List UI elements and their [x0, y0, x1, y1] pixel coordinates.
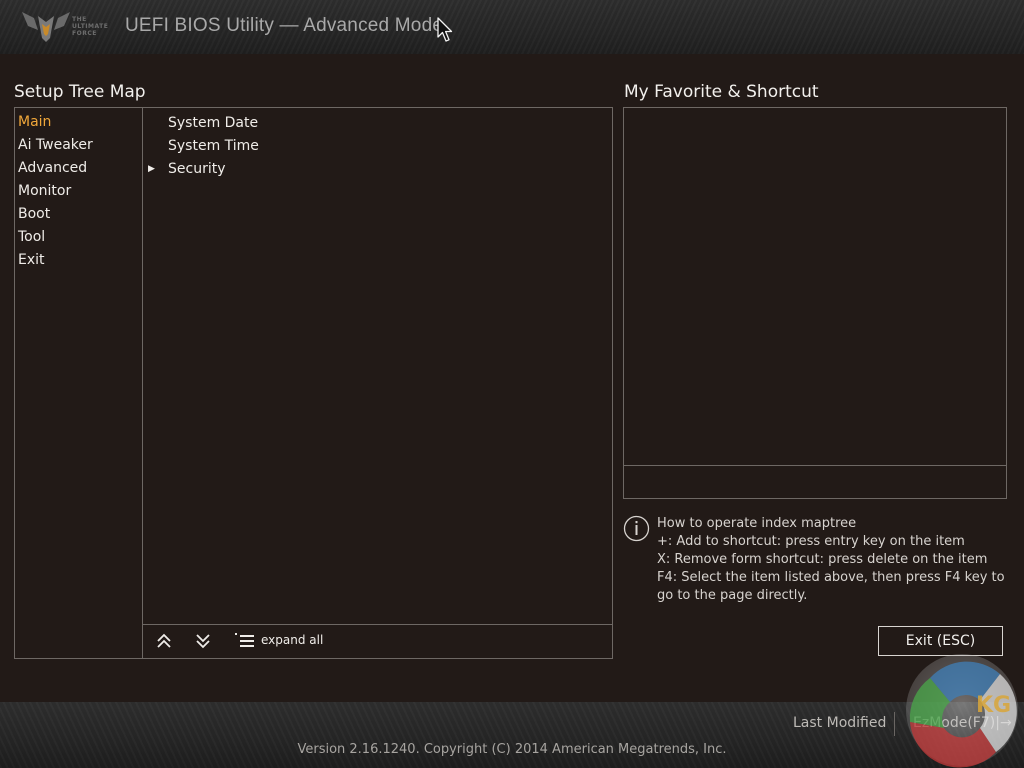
logo-text-line: THE [72, 16, 87, 23]
bottom-divider [894, 712, 895, 736]
favorites-title: My Favorite & Shortcut [624, 82, 819, 102]
menu-item-tool[interactable]: Tool [17, 227, 51, 247]
tree-item-system-date[interactable]: System Date [168, 113, 258, 133]
menu-item-exit[interactable]: Exit [17, 250, 51, 270]
menu-item-main[interactable]: Main [17, 112, 57, 132]
app-title: UEFI BIOS Utility — Advanced Mode [125, 15, 444, 36]
help-text: How to operate index maptree +: Add to s… [657, 515, 1007, 605]
last-modified-button[interactable]: Last Modified [793, 715, 886, 731]
watermark-text: KG [976, 693, 1011, 718]
help-line: go to the page directly. [657, 588, 808, 603]
tree-item-security[interactable]: ▶ Security [148, 159, 226, 179]
tree-footer-toolbar: expand all [143, 624, 612, 659]
menu-item-monitor[interactable]: Monitor [17, 181, 77, 201]
menu-item-boot[interactable]: Boot [17, 204, 56, 224]
expand-all-button[interactable]: expand all [261, 633, 323, 647]
mouse-cursor-icon [437, 17, 453, 42]
info-icon [623, 515, 650, 542]
menu-item-ai-tweaker[interactable]: Ai Tweaker [17, 135, 99, 155]
menu-item-advanced[interactable]: Advanced [17, 158, 93, 178]
bottom-bar: Last Modified EzMode(F7)|→ Version 2.16.… [0, 702, 1024, 768]
favorites-panel[interactable] [623, 107, 1007, 499]
help-line: +: Add to shortcut: press entry key on t… [657, 534, 965, 549]
logo-text-line: ULTIMATE [72, 23, 109, 30]
title-bar: THE ULTIMATE FORCE UEFI BIOS Utility — A… [0, 0, 1024, 54]
double-chevron-down-icon[interactable] [195, 632, 211, 650]
tree-item-label: Security [168, 161, 226, 177]
help-line: How to operate index maptree [657, 516, 857, 531]
double-chevron-up-icon[interactable] [156, 632, 172, 650]
tree-menu: Main Ai Tweaker Advanced Monitor Boot To… [15, 108, 143, 658]
help-line: F4: Select the item listed above, then p… [657, 570, 1005, 585]
tree-item-system-time[interactable]: System Time [168, 136, 259, 156]
version-text: Version 2.16.1240. Copyright (C) 2014 Am… [297, 742, 727, 757]
expand-arrow-icon[interactable]: ▶ [148, 159, 155, 179]
tree-map-title: Setup Tree Map [14, 82, 146, 102]
logo-text-line: FORCE [72, 30, 97, 37]
list-icon[interactable] [235, 633, 255, 649]
kg-watermark-logo: KG [906, 654, 1018, 768]
logo-text: THE ULTIMATE FORCE [72, 16, 108, 37]
favorites-divider [624, 465, 1006, 466]
help-line: X: Remove form shortcut: press delete on… [657, 552, 988, 567]
tree-map-panel: Main Ai Tweaker Advanced Monitor Boot To… [14, 107, 613, 659]
